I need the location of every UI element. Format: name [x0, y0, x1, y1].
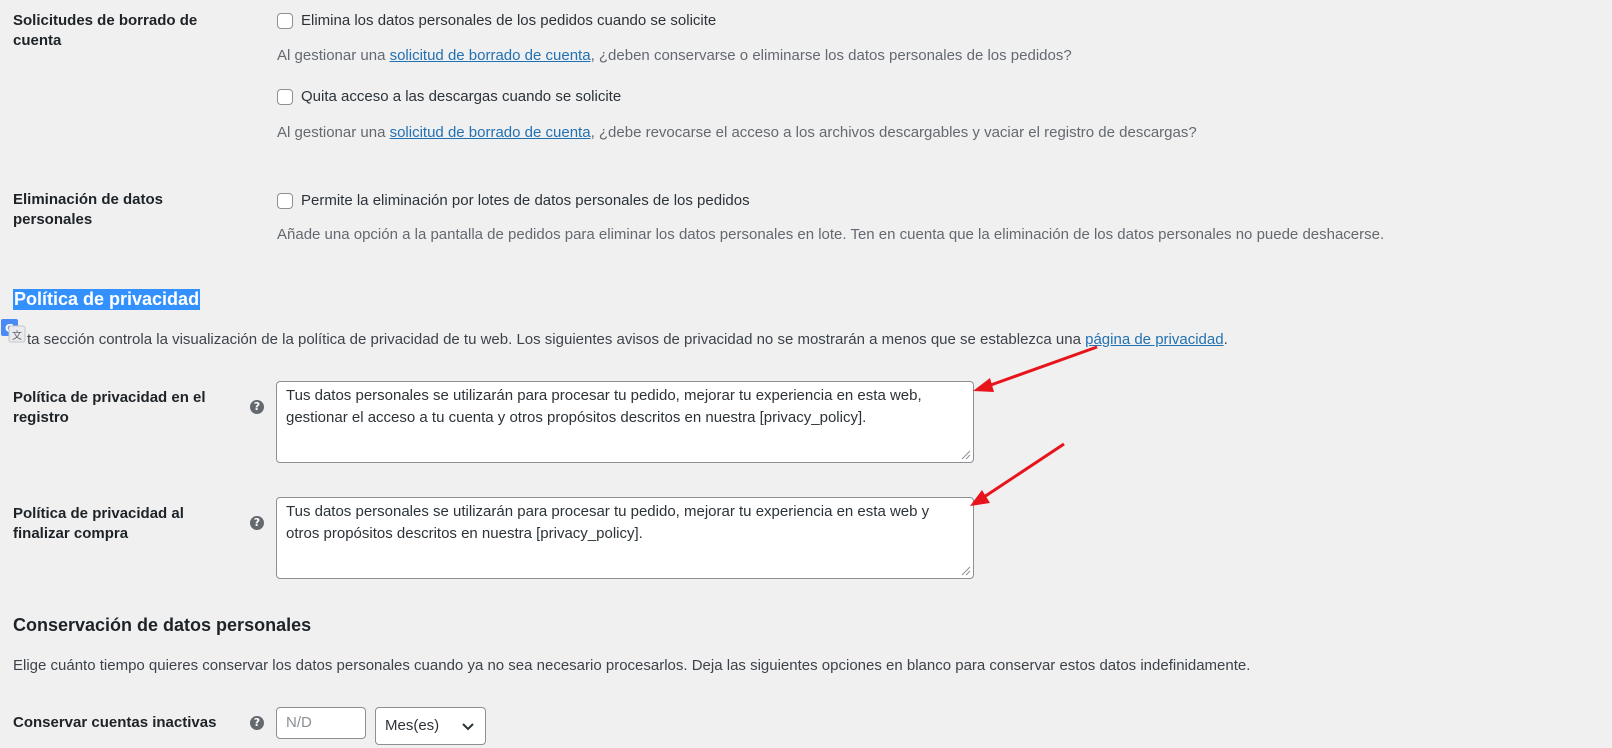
privacy-policy-heading: Política de privacidad	[13, 289, 201, 310]
bulk-removal-description: Añade una opción a la pantalla de pedido…	[277, 226, 1385, 243]
red-arrow	[970, 442, 1065, 506]
svg-text:文: 文	[12, 329, 22, 342]
revoke-downloads-option[interactable]: Quita acceso a las descargas cuando se s…	[277, 88, 621, 105]
retention-description: Elige cuánto tiempo quieres conservar lo…	[13, 657, 1251, 674]
resize-handle-icon[interactable]	[961, 450, 971, 460]
bulk-removal-checkbox[interactable]	[277, 192, 293, 209]
erase-orders-option[interactable]: Elimina los datos personales de los pedi…	[277, 12, 716, 29]
erase-orders-checkbox-label[interactable]: Elimina los datos personales de los pedi…	[301, 12, 716, 29]
erasure-request-link-2[interactable]: solicitud de borrado de cuenta	[390, 124, 591, 141]
inactive-accounts-label: Conservar cuentas inactivas	[13, 714, 217, 731]
inactive-accounts-unit-select[interactable]: Mes(es)	[375, 707, 486, 745]
help-icon[interactable]: ?	[250, 516, 264, 530]
revoke-downloads-checkbox[interactable]	[277, 88, 293, 105]
registration-privacy-textarea[interactable]: Tus datos personales se utilizarán para …	[276, 381, 974, 463]
revoke-downloads-description: Al gestionar una solicitud de borrado de…	[277, 124, 1197, 141]
privacy-policy-intro: ta sección controla la visualización de …	[27, 331, 1228, 348]
red-arrow	[973, 345, 1098, 392]
erase-orders-description: Al gestionar una solicitud de borrado de…	[277, 47, 1072, 64]
personal-data-removal-label: Eliminación de datos personales	[13, 191, 164, 228]
google-translate-icon[interactable]: G 文	[0, 317, 26, 343]
retention-heading: Conservación de datos personales	[13, 615, 312, 635]
erase-orders-checkbox[interactable]	[277, 12, 293, 29]
registration-privacy-label: Política de privacidad en el registro	[13, 389, 206, 426]
checkout-privacy-textarea[interactable]: Tus datos personales se utilizarán para …	[276, 497, 974, 579]
erasure-request-link[interactable]: solicitud de borrado de cuenta	[390, 47, 591, 64]
inactive-accounts-input[interactable]: N/D	[276, 707, 366, 739]
help-icon[interactable]: ?	[250, 400, 264, 414]
account-erasure-label: Solicitudes de borrado de cuenta	[13, 12, 198, 49]
checkout-privacy-label: Política de privacidad al finalizar comp…	[13, 505, 184, 542]
resize-handle-icon[interactable]	[961, 566, 971, 576]
help-icon[interactable]: ?	[250, 716, 264, 730]
privacy-page-link[interactable]: página de privacidad	[1085, 331, 1223, 348]
revoke-downloads-checkbox-label[interactable]: Quita acceso a las descargas cuando se s…	[301, 88, 621, 105]
chevron-down-icon	[462, 723, 474, 731]
bulk-removal-checkbox-label[interactable]: Permite la eliminación por lotes de dato…	[301, 192, 750, 209]
bulk-removal-option[interactable]: Permite la eliminación por lotes de dato…	[277, 192, 750, 209]
